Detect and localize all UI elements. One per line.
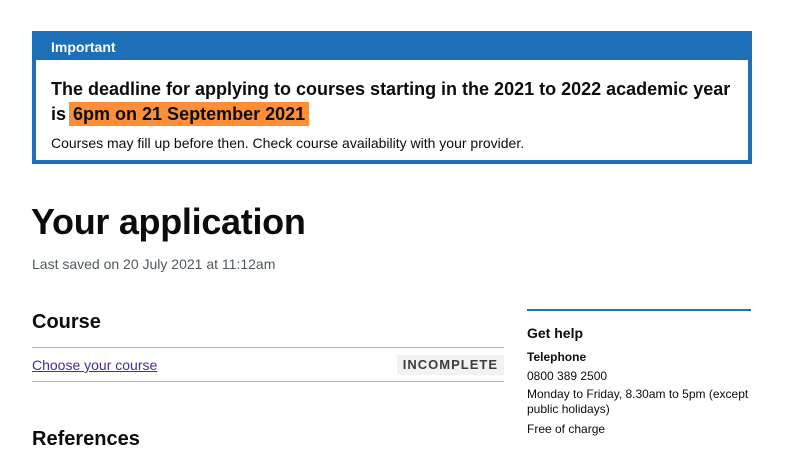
important-banner: Important The deadline for applying to c… bbox=[32, 31, 752, 164]
get-help-panel: Get help Telephone 0800 389 2500 Monday … bbox=[527, 309, 751, 436]
banner-title: Important bbox=[36, 35, 748, 60]
opening-hours: Monday to Friday, 8.30am to 5pm (except … bbox=[527, 387, 749, 416]
section-title-course: Course bbox=[32, 311, 101, 333]
page-title: Your application bbox=[31, 201, 306, 242]
help-title: Get help bbox=[527, 325, 584, 341]
banner-body: Courses may fill up before then. Check c… bbox=[51, 135, 525, 151]
deadline-date: 6pm on 21 September 2021 bbox=[69, 102, 310, 126]
section-title-references: References bbox=[32, 428, 140, 450]
status-badge: INCOMPLETE bbox=[396, 355, 504, 375]
call-cost: Free of charge bbox=[527, 422, 606, 436]
last-saved-text: Last saved on 20 July 2021 at 11:12am bbox=[32, 256, 276, 272]
course-task-row: Choose your course INCOMPLETE bbox=[32, 347, 504, 382]
telephone-label: Telephone bbox=[527, 350, 587, 364]
telephone-number: 0800 389 2500 bbox=[527, 369, 608, 383]
deadline-heading: The deadline for applying to courses sta… bbox=[51, 77, 741, 127]
choose-course-link[interactable]: Choose your course bbox=[32, 356, 157, 374]
